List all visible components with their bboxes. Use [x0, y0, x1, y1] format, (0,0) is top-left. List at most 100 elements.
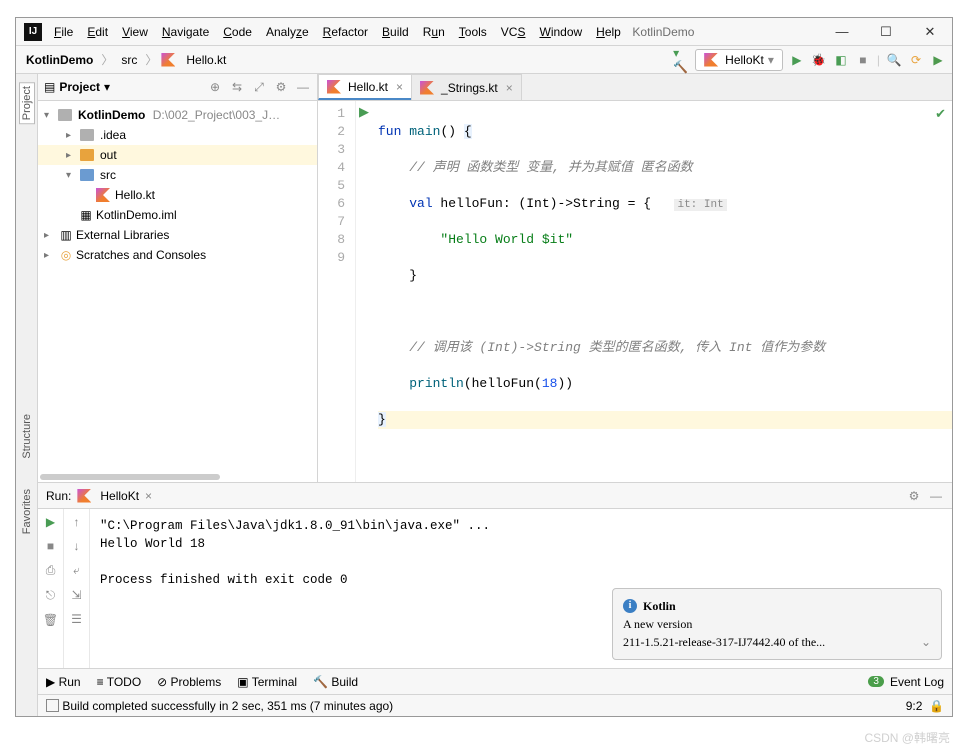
- code-content[interactable]: fun main() { // 声明 函数类型 变量, 并为其赋值 匿名函数 v…: [372, 101, 952, 482]
- run-tab[interactable]: HelloKt: [100, 489, 139, 503]
- console-output[interactable]: "C:\Program Files\Java\jdk1.8.0_91\bin\j…: [90, 509, 952, 668]
- close-icon[interactable]: ×: [392, 80, 403, 94]
- sidebar-structure[interactable]: Structure: [21, 414, 33, 459]
- breadcrumb-file[interactable]: Hello.kt: [182, 51, 230, 69]
- status-icon[interactable]: [46, 699, 59, 712]
- ide-update-icon[interactable]: ▶: [930, 52, 946, 68]
- menu-navigate[interactable]: Navigate: [156, 21, 215, 43]
- run-config-name: HelloKt: [725, 53, 764, 67]
- tab-hello[interactable]: Hello.kt ×: [318, 74, 412, 100]
- console-line: "C:\Program Files\Java\jdk1.8.0_91\bin\j…: [100, 517, 942, 535]
- debug-icon[interactable]: 🐞: [811, 52, 827, 68]
- tree-hello[interactable]: Hello.kt: [115, 188, 155, 202]
- stop-icon[interactable]: ■: [47, 539, 54, 553]
- down-icon[interactable]: ↓: [74, 539, 80, 553]
- menu-run[interactable]: Run: [417, 21, 451, 43]
- menu-refactor[interactable]: Refactor: [317, 21, 374, 43]
- tab-strings[interactable]: _Strings.kt×: [411, 74, 522, 100]
- breadcrumb-src[interactable]: src: [117, 51, 141, 69]
- kotlin-file-icon: [420, 81, 434, 95]
- tree-idea[interactable]: .idea: [100, 128, 126, 142]
- close-icon[interactable]: ×: [502, 81, 513, 95]
- trash-icon[interactable]: 🗑: [43, 613, 58, 627]
- close-icon[interactable]: ×: [145, 489, 152, 503]
- chevron-right-icon: 〉: [101, 51, 113, 68]
- iml-icon: ▦: [78, 207, 94, 223]
- tool-todo[interactable]: ≡ TODO: [97, 675, 142, 689]
- rerun-icon[interactable]: ▶: [46, 515, 55, 529]
- gear-icon[interactable]: ⚙: [273, 79, 289, 95]
- project-view-selector[interactable]: ▤ Project ▾: [44, 80, 110, 94]
- menu-file[interactable]: File: [48, 21, 79, 43]
- menu-help[interactable]: Help: [590, 21, 627, 43]
- expand-icon[interactable]: ⤢: [251, 79, 267, 95]
- run-line-icon[interactable]: ▶: [359, 105, 369, 120]
- menu-window[interactable]: Window: [533, 21, 588, 43]
- watermark: CSDN @韩曙亮: [864, 729, 950, 746]
- build-icon[interactable]: ▾🔨: [673, 52, 689, 68]
- menu-code[interactable]: Code: [217, 21, 258, 43]
- tool-eventlog[interactable]: 3 Event Log: [868, 675, 944, 689]
- breadcrumb-root[interactable]: KotlinDemo: [22, 51, 97, 69]
- stop-icon[interactable]: ■: [855, 52, 871, 68]
- menu-view[interactable]: View: [116, 21, 154, 43]
- dump-icon[interactable]: ⎙: [46, 563, 56, 578]
- tool-build[interactable]: 🔨 Build: [313, 675, 358, 689]
- tree-iml[interactable]: KotlinDemo.iml: [96, 208, 177, 222]
- project-tree[interactable]: ▾KotlinDemo D:\002_Project\003_J… ▸.idea…: [38, 101, 317, 472]
- coverage-icon[interactable]: ◧: [833, 52, 849, 68]
- hide-icon[interactable]: —: [295, 79, 311, 95]
- folder-icon: [80, 149, 94, 161]
- code-editor[interactable]: 123456789 ▶ fun main() { // 声明 函数类型 变量, …: [318, 101, 952, 482]
- close-button[interactable]: ✕: [908, 18, 952, 45]
- menu-build[interactable]: Build: [376, 21, 415, 43]
- menu-tools[interactable]: Tools: [453, 21, 493, 43]
- hide-icon[interactable]: —: [928, 488, 944, 504]
- tree-out[interactable]: out: [100, 148, 117, 162]
- target-icon[interactable]: ⊕: [207, 79, 223, 95]
- chevron-down-icon[interactable]: ⌄: [921, 633, 931, 651]
- wrap-icon[interactable]: ⤶: [73, 563, 80, 578]
- lock-icon[interactable]: 🔒: [929, 699, 944, 713]
- info-icon: i: [623, 599, 637, 613]
- print-icon[interactable]: ☰: [71, 612, 82, 626]
- editor-area: Hello.kt × _Strings.kt× 123456789 ▶ fun m…: [318, 74, 952, 482]
- exit-icon[interactable]: ⎋: [46, 588, 56, 603]
- notification-popup[interactable]: iKotlin A new version 211-1.5.21-release…: [612, 588, 942, 660]
- tree-external[interactable]: External Libraries: [76, 228, 169, 242]
- menu-edit[interactable]: Edit: [81, 21, 114, 43]
- run-config-dropdown[interactable]: HelloKt ▾: [695, 49, 783, 71]
- tool-problems[interactable]: ⊘ Problems: [157, 675, 221, 689]
- run-toolbar-2: ↑ ↓ ⤶ ⇲ ☰: [64, 509, 90, 668]
- project-tool-window: ▤ Project ▾ ⊕ ⇆ ⤢ ⚙ — ▾KotlinDemo D:\002…: [38, 74, 318, 482]
- sidebar-project[interactable]: Project: [19, 82, 35, 124]
- tree-root[interactable]: KotlinDemo: [78, 108, 145, 122]
- scrollbar[interactable]: [40, 474, 220, 480]
- caret-position[interactable]: 9:2: [906, 699, 923, 713]
- menu-vcs[interactable]: VCS: [495, 21, 532, 43]
- library-icon: ▥: [58, 227, 74, 243]
- tab-label: Hello.kt: [348, 80, 388, 94]
- maximize-button[interactable]: ☐: [864, 18, 908, 45]
- console-line: Hello World 18: [100, 535, 942, 553]
- run-toolbar-1: ▶ ■ ⎙ ⎋ 🗑: [38, 509, 64, 668]
- scroll-icon[interactable]: ⇲: [71, 588, 81, 602]
- collapse-icon[interactable]: ⇆: [229, 79, 245, 95]
- menu-analyze[interactable]: Analyze: [260, 21, 315, 43]
- tree-scratch[interactable]: Scratches and Consoles: [76, 248, 206, 262]
- tree-src[interactable]: src: [100, 168, 116, 182]
- inspection-ok-icon[interactable]: ✔: [935, 107, 946, 122]
- up-icon[interactable]: ↑: [74, 515, 80, 529]
- gutter-icons: ▶: [356, 101, 372, 482]
- tool-terminal[interactable]: ▣ Terminal: [237, 675, 297, 689]
- minimize-button[interactable]: —: [820, 18, 864, 45]
- run-icon[interactable]: ▶: [789, 52, 805, 68]
- sidebar-favorites[interactable]: Favorites: [21, 489, 33, 534]
- search-icon[interactable]: 🔍: [886, 52, 902, 68]
- gear-icon[interactable]: ⚙: [906, 488, 922, 504]
- kotlin-icon: [77, 489, 91, 503]
- main-menu: File Edit View Navigate Code Analyze Ref…: [48, 21, 627, 43]
- sync-icon[interactable]: ⟳: [908, 52, 924, 68]
- module-icon: [58, 109, 72, 121]
- tool-run[interactable]: ▶ Run: [46, 675, 81, 689]
